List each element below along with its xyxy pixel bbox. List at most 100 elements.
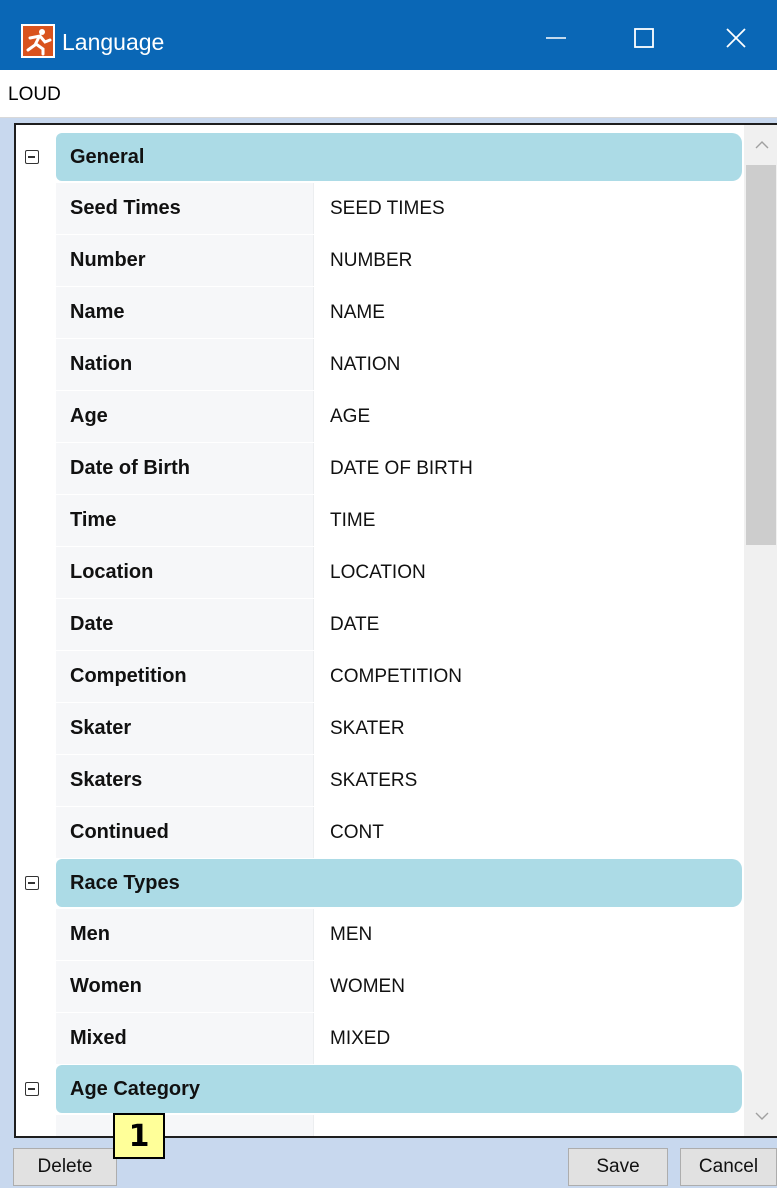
collapse-category-icon[interactable]	[25, 876, 39, 890]
save-button[interactable]: Save	[568, 1148, 668, 1186]
collapse-category-icon[interactable]	[25, 150, 39, 164]
property-value[interactable]: TIME	[330, 510, 375, 532]
property-name: Name	[70, 301, 125, 323]
category-header[interactable]: General	[56, 133, 742, 181]
property-name: Age	[70, 405, 108, 427]
property-row[interactable]: Nation NATION	[56, 339, 742, 391]
property-value-cell[interactable]: NATION	[313, 339, 742, 390]
property-value-cell[interactable]: NUMBER	[313, 235, 742, 286]
property-value[interactable]: NAME	[330, 302, 385, 324]
property-row[interactable]: Women WOMEN	[56, 961, 742, 1013]
maximize-icon[interactable]	[618, 16, 670, 60]
property-value[interactable]: DATE OF BIRTH	[330, 458, 473, 480]
property-name-cell: Age	[56, 391, 313, 442]
property-name: Skaters	[70, 769, 143, 791]
property-name: Location	[70, 561, 154, 583]
property-row[interactable]: Age AGE	[56, 391, 742, 443]
property-value[interactable]: CONT	[330, 822, 384, 844]
property-row[interactable]: Number NUMBER	[56, 235, 742, 287]
property-name: Seed Times	[70, 197, 181, 219]
property-value-cell[interactable]: SEED TIMES	[313, 183, 742, 234]
property-name: Date	[70, 613, 114, 635]
property-name-cell: Competition	[56, 651, 313, 702]
category-header[interactable]: Race Types	[56, 859, 742, 907]
property-value[interactable]: SKATER	[330, 718, 405, 740]
scroll-down-arrow-icon[interactable]	[744, 1096, 777, 1136]
property-row[interactable]: Mixed MIXED	[56, 1013, 742, 1065]
property-name: Skater	[70, 717, 132, 739]
property-grid: General Seed Times SEED TIMES Number NUMBER N…	[14, 123, 777, 1138]
property-name: Date of Birth	[70, 457, 190, 479]
property-value-cell[interactable]: DATE	[313, 599, 742, 650]
language-name-bar	[0, 70, 777, 118]
property-name: Mixed	[70, 1027, 127, 1049]
close-icon[interactable]	[710, 16, 762, 60]
property-value-cell[interactable]: DATE OF BIRTH	[313, 443, 742, 494]
annotation-badge: 1	[113, 1113, 165, 1159]
window-title: Language	[62, 29, 165, 55]
property-name: Continued	[70, 821, 169, 843]
property-value-cell[interactable]: SKATER	[313, 703, 742, 754]
category-header[interactable]: Age Category	[56, 1065, 742, 1113]
property-name-cell: Name	[56, 287, 313, 338]
property-row[interactable]: Date of Birth DATE OF BIRTH	[56, 443, 742, 495]
property-value-cell[interactable]: LOCATION	[313, 547, 742, 598]
property-value-cell[interactable]: AGE	[313, 391, 742, 442]
property-name-cell: Time	[56, 495, 313, 546]
property-name-cell: Skater	[56, 703, 313, 754]
property-value[interactable]: MIXED	[330, 1028, 390, 1050]
property-name-cell: Continued	[56, 807, 313, 858]
property-value[interactable]: DATE	[330, 614, 379, 636]
minimize-icon[interactable]	[530, 16, 582, 60]
property-row[interactable]: Competition COMPETITION	[56, 651, 742, 703]
property-row[interactable]: Date DATE	[56, 599, 742, 651]
language-window: Language General Seed Times SEED TIMES Numb…	[0, 0, 777, 1188]
category-label: General	[70, 145, 145, 168]
property-value-cell[interactable]: MIXED	[313, 1013, 742, 1064]
category-label: Race Types	[70, 871, 180, 894]
delete-button[interactable]: Delete	[13, 1148, 117, 1186]
property-value[interactable]: NUMBER	[330, 250, 412, 272]
category-label: Age Category	[70, 1077, 201, 1100]
property-value-cell[interactable]	[313, 1115, 742, 1136]
property-row[interactable]: Name NAME	[56, 287, 742, 339]
property-name-cell: Nation	[56, 339, 313, 390]
property-row[interactable]: Location LOCATION	[56, 547, 742, 599]
scroll-up-arrow-icon[interactable]	[744, 125, 777, 165]
property-name-cell	[56, 1115, 313, 1136]
property-value[interactable]: NATION	[330, 354, 400, 376]
cancel-button[interactable]: Cancel	[680, 1148, 777, 1186]
property-value[interactable]: WOMEN	[330, 976, 405, 998]
scrollbar-thumb[interactable]	[746, 165, 776, 545]
language-name-input[interactable]	[8, 80, 708, 110]
property-value[interactable]: SEED TIMES	[330, 198, 445, 220]
property-row[interactable]: Seed Times SEED TIMES	[56, 183, 742, 235]
property-value-cell[interactable]: WOMEN	[313, 961, 742, 1012]
collapse-category-icon[interactable]	[25, 1082, 39, 1096]
property-name-cell: Mixed	[56, 1013, 313, 1064]
property-name-cell: Date of Birth	[56, 443, 313, 494]
property-row[interactable]: Time TIME	[56, 495, 742, 547]
property-name: Men	[70, 923, 110, 945]
property-name-cell: Location	[56, 547, 313, 598]
property-value[interactable]: LOCATION	[330, 562, 426, 584]
property-value-cell[interactable]: MEN	[313, 909, 742, 960]
property-row[interactable]: Continued CONT	[56, 807, 742, 859]
vertical-scrollbar[interactable]	[744, 125, 777, 1136]
property-row[interactable]: Men MEN	[56, 909, 742, 961]
property-value[interactable]: COMPETITION	[330, 666, 462, 688]
property-value-cell[interactable]: TIME	[313, 495, 742, 546]
property-value[interactable]: MEN	[330, 924, 372, 946]
property-row[interactable]: Skaters SKATERS	[56, 755, 742, 807]
property-row[interactable]: Skater SKATER	[56, 703, 742, 755]
property-value[interactable]: SKATERS	[330, 770, 417, 792]
property-name-cell: Date	[56, 599, 313, 650]
property-name-cell: Women	[56, 961, 313, 1012]
property-value-cell[interactable]: COMPETITION	[313, 651, 742, 702]
title-bar[interactable]: Language	[0, 0, 777, 70]
property-name: Number	[70, 249, 146, 271]
property-value[interactable]: AGE	[330, 406, 370, 428]
property-value-cell[interactable]: NAME	[313, 287, 742, 338]
property-value-cell[interactable]: SKATERS	[313, 755, 742, 806]
property-value-cell[interactable]: CONT	[313, 807, 742, 858]
